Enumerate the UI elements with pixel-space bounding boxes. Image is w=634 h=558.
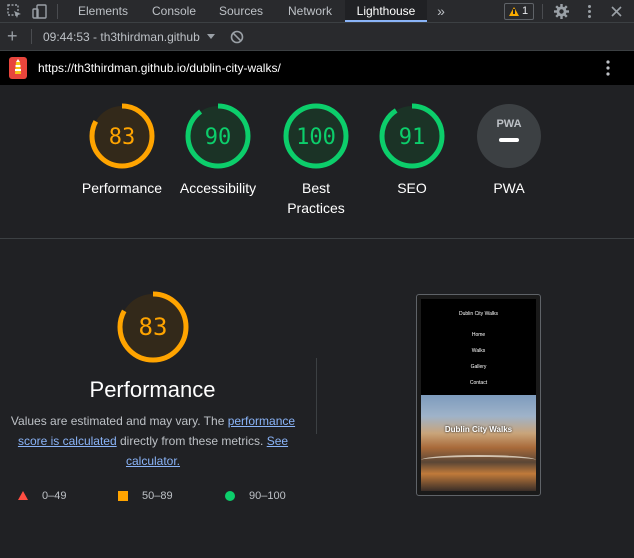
bridge-image	[421, 455, 536, 465]
score-value: 90	[205, 125, 232, 150]
score-ring: 100	[283, 103, 349, 169]
more-vertical-icon[interactable]	[581, 3, 598, 20]
fail-triangle-icon	[18, 491, 28, 500]
pass-circle-icon	[225, 491, 235, 501]
gauge-performance[interactable]: 83 Performance	[76, 102, 168, 198]
report-menu-icon[interactable]	[606, 60, 610, 76]
report-url-bar: https://th3thirdman.github.io/dublin-cit…	[0, 51, 634, 85]
screenshot-nav-item: Home	[471, 332, 486, 338]
chevron-down-icon[interactable]	[207, 34, 215, 39]
lighthouse-logo-icon	[9, 57, 27, 79]
clear-reports-icon[interactable]	[230, 30, 244, 44]
performance-title: Performance	[89, 377, 216, 402]
legend-fail-range: 0–49	[42, 490, 67, 502]
legend-average-range: 50–89	[142, 490, 173, 502]
gauge-best-practices[interactable]: 100 Best Practices	[270, 102, 362, 218]
gauge-label: Performance	[81, 180, 163, 196]
score-ring: 90	[185, 103, 251, 169]
more-tabs-button[interactable]: »	[431, 0, 451, 22]
gauge-label: Best Practices	[287, 180, 345, 216]
report-url[interactable]: https://th3thirdman.github.io/dublin-cit…	[38, 61, 281, 75]
average-square-icon	[118, 491, 128, 501]
gear-icon[interactable]	[553, 3, 570, 20]
screenshot-hero-text: Dublin City Walks	[444, 425, 513, 434]
screenshot-nav-item: Contact	[469, 380, 488, 386]
final-screenshot[interactable]: Dublin City Walks Home Walks Gallery Con…	[416, 294, 541, 496]
performance-score-value: 83	[139, 313, 168, 341]
new-report-button[interactable]: +	[7, 26, 18, 46]
warning-badge[interactable]: 1	[504, 3, 534, 20]
tab-sources[interactable]: Sources	[210, 0, 272, 22]
tab-lighthouse[interactable]: Lighthouse	[345, 0, 427, 22]
score-value: 83	[109, 125, 136, 150]
gauge-seo[interactable]: 91 SEO	[366, 102, 458, 198]
score-ring: 91	[379, 103, 445, 169]
tab-console[interactable]: Console	[141, 0, 207, 22]
screenshot-hero-image: Dublin City Walks	[421, 395, 536, 491]
gauge-label: Accessibility	[179, 180, 257, 196]
toolbar-separator	[57, 4, 58, 19]
performance-score-gauge: 83	[117, 291, 189, 363]
svg-text:PWA: PWA	[496, 118, 521, 130]
gauge-label: SEO	[397, 180, 427, 196]
tab-network[interactable]: Network	[279, 0, 341, 22]
performance-description: Values are estimated and may vary. The p…	[10, 414, 296, 468]
score-value: 100	[296, 125, 336, 150]
vertical-divider	[316, 358, 317, 434]
score-ring: 83	[89, 103, 155, 169]
screenshot-site-title: Dublin City Walks	[459, 311, 498, 317]
pwa-badge-icon: PWA	[477, 104, 541, 168]
gauge-label: PWA	[493, 180, 525, 196]
devtools-tab-bar: Elements Console Sources Network Lightho…	[0, 0, 634, 23]
inspect-icon[interactable]	[6, 3, 23, 20]
screenshot-viewport: Dublin City Walks Home Walks Gallery Con…	[421, 299, 536, 491]
warning-count: 1	[522, 5, 529, 17]
screenshot-nav-item: Walks	[471, 348, 486, 354]
device-toggle-icon[interactable]	[31, 3, 48, 20]
close-icon[interactable]	[608, 3, 625, 20]
report-selector[interactable]: 09:44:53 - th3thirdman.github	[43, 30, 200, 44]
score-value: 91	[399, 125, 426, 150]
gauge-accessibility[interactable]: 90 Accessibility	[172, 102, 264, 198]
lighthouse-toolbar: + 09:44:53 - th3thirdman.github	[0, 23, 634, 51]
section-divider	[0, 238, 634, 239]
tab-elements[interactable]: Elements	[67, 0, 139, 22]
gauge-pwa[interactable]: PWA PWA	[463, 102, 555, 198]
legend-pass-range: 90–100	[249, 490, 286, 502]
screenshot-nav-item: Gallery	[470, 364, 487, 370]
